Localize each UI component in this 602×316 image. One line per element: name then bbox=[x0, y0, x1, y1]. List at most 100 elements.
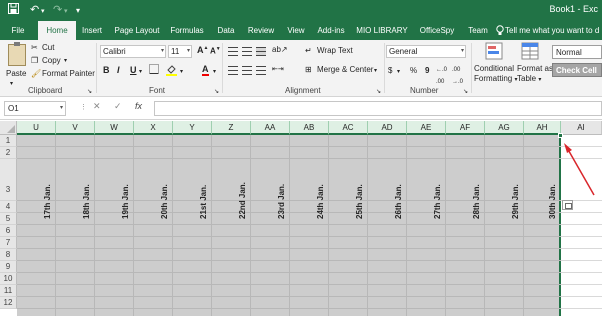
tab-review[interactable]: Review bbox=[244, 21, 278, 40]
wrap-text-button[interactable]: Wrap Text bbox=[317, 45, 353, 57]
font-color-button[interactable]: A bbox=[202, 64, 209, 76]
row-header-6[interactable]: 6 bbox=[0, 225, 17, 237]
cell-style-check-cell[interactable]: Check Cell bbox=[552, 63, 602, 77]
percent-button[interactable]: % bbox=[410, 65, 417, 77]
font-name-combo[interactable]: Calibri ▾ bbox=[100, 45, 166, 58]
tab-file[interactable]: File bbox=[4, 21, 32, 40]
number-format-combo[interactable]: General ▾ bbox=[386, 45, 466, 58]
top-align-icon[interactable] bbox=[228, 47, 238, 56]
column-header-ad[interactable]: AD bbox=[368, 121, 407, 135]
column-header-z[interactable]: Z bbox=[212, 121, 251, 135]
font-size-combo[interactable]: 11 ▾ bbox=[168, 45, 192, 58]
row-header-11[interactable]: 11 bbox=[0, 285, 17, 297]
align-center-icon[interactable] bbox=[242, 66, 252, 75]
middle-align-icon[interactable] bbox=[242, 47, 252, 56]
formula-input[interactable] bbox=[154, 101, 602, 116]
copy-button[interactable]: Copy bbox=[42, 55, 61, 67]
row-header-4[interactable]: 4 bbox=[0, 201, 17, 213]
column-header-ab[interactable]: AB bbox=[290, 121, 329, 135]
italic-button[interactable]: I bbox=[117, 65, 120, 75]
paste-dropdown-icon[interactable]: ▾ bbox=[10, 78, 13, 90]
merge-center-button[interactable]: Merge & Center bbox=[317, 64, 373, 76]
undo-icon[interactable]: ↶ bbox=[30, 3, 39, 17]
underline-dropdown-icon[interactable]: ▾ bbox=[139, 66, 142, 78]
decrease-decimal-icon[interactable]: .00 →.0 bbox=[452, 64, 463, 88]
select-all-button[interactable] bbox=[0, 121, 17, 135]
row-header-12[interactable]: 12 bbox=[0, 297, 17, 309]
column-header-ag[interactable]: AG bbox=[485, 121, 524, 135]
insert-function-icon[interactable]: fx bbox=[135, 101, 142, 111]
tab-add-ins[interactable]: Add-ins bbox=[314, 21, 348, 40]
column-header-u[interactable]: U bbox=[17, 121, 56, 135]
redo-dropdown-icon[interactable]: ▾ bbox=[64, 5, 68, 19]
enter-icon[interactable]: ✓ bbox=[114, 101, 122, 112]
alignment-launcher-icon[interactable]: ↘ bbox=[376, 86, 381, 98]
column-header-y[interactable]: Y bbox=[173, 121, 212, 135]
redo-icon[interactable]: ↷ bbox=[53, 3, 62, 17]
underline-button[interactable]: U bbox=[130, 65, 137, 75]
increase-font-size-button[interactable]: A▲ bbox=[197, 45, 208, 55]
copy-dropdown-icon[interactable]: ▾ bbox=[64, 55, 67, 67]
tab-mio-library[interactable]: MIO LIBRARY bbox=[354, 21, 410, 40]
borders-icon[interactable] bbox=[149, 64, 159, 78]
paste-options-icon[interactable] bbox=[562, 200, 573, 210]
row-header-7[interactable]: 7 bbox=[0, 237, 17, 249]
row-header-3[interactable]: 3 bbox=[0, 159, 17, 201]
save-icon[interactable] bbox=[8, 3, 19, 18]
bold-button[interactable]: B bbox=[103, 65, 110, 75]
indent-icon[interactable]: ⇤⇥ bbox=[272, 64, 284, 76]
tell-me-search[interactable]: Tell me what you want to d bbox=[505, 21, 599, 40]
column-header-ac[interactable]: AC bbox=[329, 121, 368, 135]
conditional-formatting-button[interactable]: Conditional Formatting ▾ bbox=[474, 64, 517, 85]
align-left-icon[interactable] bbox=[228, 66, 238, 75]
tab-view[interactable]: View bbox=[283, 21, 309, 40]
column-header-w[interactable]: W bbox=[95, 121, 134, 135]
format-as-table-button[interactable]: Format as Table ▾ bbox=[517, 64, 553, 85]
tab-formulas[interactable]: Formulas bbox=[167, 21, 207, 40]
cell-style-normal[interactable]: Normal bbox=[552, 45, 602, 59]
cut-button[interactable]: Cut bbox=[42, 42, 54, 54]
column-header-ah[interactable]: AH bbox=[524, 121, 561, 135]
decrease-font-size-button[interactable]: A▼ bbox=[210, 46, 221, 56]
row-header-8[interactable]: 8 bbox=[0, 249, 17, 261]
font-color-dropdown-icon[interactable]: ▾ bbox=[213, 66, 216, 78]
tab-data[interactable]: Data bbox=[213, 21, 239, 40]
column-header-ae[interactable]: AE bbox=[407, 121, 446, 135]
customize-qat-icon[interactable]: ▾ bbox=[76, 4, 80, 18]
row-header-1[interactable]: 1 bbox=[0, 135, 17, 147]
bottom-align-icon[interactable] bbox=[256, 47, 266, 56]
tab-home[interactable]: Home bbox=[38, 21, 76, 40]
column-header-v[interactable]: V bbox=[56, 121, 95, 135]
tab-officespy[interactable]: OfficeSpy bbox=[415, 21, 459, 40]
clipboard-launcher-icon[interactable]: ↘ bbox=[87, 86, 92, 98]
orientation-icon[interactable]: ab↗ bbox=[272, 44, 288, 56]
currency-button[interactable]: $ bbox=[388, 65, 392, 77]
row-header-5[interactable]: 5 bbox=[0, 213, 17, 225]
worksheet-grid[interactable]: U V W X Y Z AA AB AC AD AE AF AG AH AI 1 2 3 4 5 6 7 8 9 10 11 12 1… bbox=[0, 121, 602, 316]
font-launcher-icon[interactable]: ↘ bbox=[214, 86, 219, 98]
row-header-9[interactable]: 9 bbox=[0, 261, 17, 273]
fill-handle[interactable] bbox=[558, 133, 563, 138]
currency-dropdown-icon[interactable]: ▾ bbox=[397, 66, 400, 78]
comma-button[interactable]: 9 bbox=[425, 65, 429, 77]
tab-team[interactable]: Team bbox=[464, 21, 492, 40]
tab-page-layout[interactable]: Page Layout bbox=[111, 21, 163, 40]
fill-color-dropdown-icon[interactable]: ▾ bbox=[180, 66, 183, 78]
fill-color-icon[interactable] bbox=[166, 64, 177, 80]
align-right-icon[interactable] bbox=[256, 66, 266, 75]
undo-dropdown-icon[interactable]: ▾ bbox=[41, 5, 45, 19]
paste-icon[interactable] bbox=[8, 42, 26, 66]
merge-dropdown-icon[interactable]: ▾ bbox=[374, 65, 377, 77]
number-launcher-icon[interactable]: ↘ bbox=[463, 86, 468, 98]
column-header-af[interactable]: AF bbox=[446, 121, 485, 135]
column-header-ai[interactable]: AI bbox=[561, 121, 602, 135]
name-box[interactable]: O1 ▾ bbox=[4, 101, 66, 116]
column-header-aa[interactable]: AA bbox=[251, 121, 290, 135]
row-header-2[interactable]: 2 bbox=[0, 147, 17, 159]
format-painter-button[interactable]: Format Painter bbox=[42, 68, 95, 80]
cancel-icon[interactable]: ✕ bbox=[93, 101, 101, 112]
tab-insert[interactable]: Insert bbox=[77, 21, 107, 40]
row-header-10[interactable]: 10 bbox=[0, 273, 17, 285]
column-header-x[interactable]: X bbox=[134, 121, 173, 135]
increase-decimal-icon[interactable]: ←.0.00 bbox=[436, 64, 447, 88]
